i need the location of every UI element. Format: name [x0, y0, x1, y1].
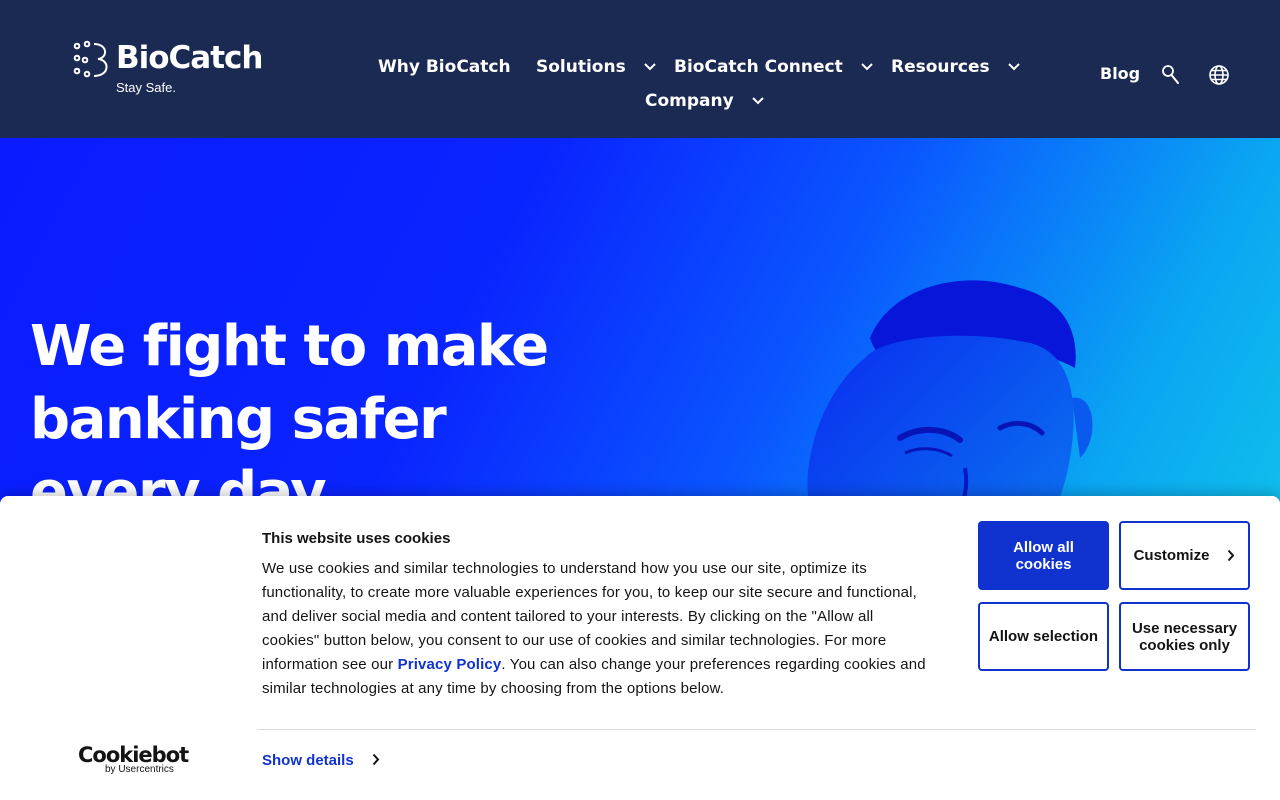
chevron-right-icon — [1228, 549, 1235, 562]
cookie-banner: Cookiebot by Usercentrics This website u… — [0, 496, 1280, 800]
nav-item-solutions[interactable]: Solutions — [536, 57, 656, 77]
cookiebot-byline: by Usercentrics — [105, 764, 174, 775]
nav-label: Resources — [891, 57, 990, 77]
nav-item-resources[interactable]: Resources — [891, 57, 1020, 77]
nav-label: BioCatch Connect — [674, 57, 843, 77]
nav-label: Company — [645, 91, 734, 111]
button-label: Allow all cookies — [1013, 538, 1074, 573]
cookie-description: We use cookies and similar technologies … — [262, 557, 927, 701]
cookie-title: This website uses cookies — [262, 530, 451, 547]
logo-wordmark: BioCatch — [116, 40, 263, 76]
chevron-right-icon — [372, 753, 380, 766]
blog-link[interactable]: Blog — [1100, 64, 1140, 83]
nav-item-why-biocatch[interactable]: Why BioCatch — [378, 57, 511, 77]
search-icon — [1162, 65, 1179, 84]
cookiebot-logo: Cookiebot by Usercentrics — [78, 743, 189, 775]
allow-selection-button[interactable]: Allow selection — [978, 602, 1109, 671]
chevron-down-icon — [1007, 63, 1020, 71]
button-label: Customize — [1133, 547, 1210, 564]
show-details-label: Show details — [262, 752, 354, 769]
chevron-down-icon — [643, 63, 656, 71]
globe-icon — [1209, 65, 1229, 85]
button-label: Allow selection — [988, 628, 1099, 645]
nav-label: Solutions — [536, 57, 626, 77]
chevron-down-icon — [860, 63, 873, 71]
search-button[interactable] — [1161, 64, 1181, 86]
nav-item-biocatch-connect[interactable]: BioCatch Connect — [674, 57, 873, 77]
nav-label: Why BioCatch — [378, 57, 511, 77]
cookiebot-wordmark: Cookiebot — [78, 743, 189, 767]
show-details-button[interactable]: Show details — [262, 752, 380, 769]
necessary-cookies-button[interactable]: Use necessary cookies only — [1119, 602, 1250, 671]
allow-all-cookies-button[interactable]: Allow all cookies — [978, 521, 1109, 590]
chevron-down-icon — [751, 97, 764, 105]
biocatch-logo[interactable]: BioCatch Stay Safe. — [72, 40, 272, 100]
language-button[interactable] — [1208, 64, 1230, 86]
nav-item-company[interactable]: Company — [645, 91, 764, 111]
customize-button[interactable]: Customize — [1119, 521, 1250, 590]
logo-tagline: Stay Safe. — [116, 80, 176, 95]
biocatch-mark-icon — [73, 40, 108, 78]
cookie-divider — [257, 729, 1256, 730]
site-header: BioCatch Stay Safe. Why BioCatch Solutio… — [0, 0, 1280, 138]
button-label: Use necessary cookies only — [1131, 619, 1238, 654]
privacy-policy-link[interactable]: Privacy Policy — [398, 656, 502, 673]
